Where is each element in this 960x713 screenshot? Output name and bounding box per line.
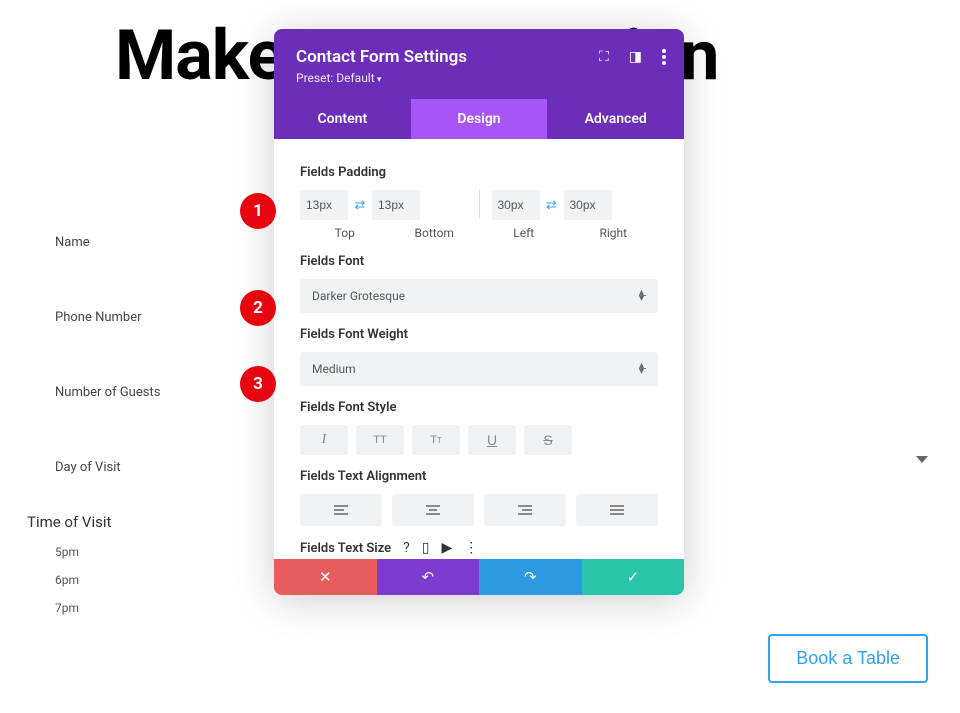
modal-body: Fields Padding ⇄ ⇄ Top Bottom Left Right… xyxy=(274,139,684,559)
preset-selector[interactable]: Preset: Default xyxy=(296,71,662,85)
font-value: Darker Grotesque xyxy=(312,289,405,303)
underline-button[interactable]: U xyxy=(468,425,516,455)
fields-font-label: Fields Font xyxy=(300,254,658,269)
cursor-icon[interactable]: ▶ xyxy=(442,540,453,556)
field-day[interactable]: Day of Visit xyxy=(55,460,255,475)
more-icon[interactable] xyxy=(662,49,666,65)
strikethrough-button[interactable]: S xyxy=(524,425,572,455)
tab-advanced[interactable]: Advanced xyxy=(547,99,684,139)
time-heading: Time of Visit xyxy=(27,513,111,531)
alignment-buttons xyxy=(300,494,658,526)
save-button[interactable]: ✓ xyxy=(582,559,685,595)
fields-text-size-label: Fields Text Size xyxy=(300,541,391,556)
modal-footer: ✕ ↶ ↷ ✓ xyxy=(274,559,684,595)
tab-content[interactable]: Content xyxy=(274,99,411,139)
fields-font-style-label: Fields Font Style xyxy=(300,400,658,415)
book-table-button[interactable]: Book a Table xyxy=(768,634,928,683)
chevron-updown-icon: ▴▾ xyxy=(639,290,644,302)
field-phone[interactable]: Phone Number xyxy=(55,310,255,325)
tab-bar: Content Design Advanced xyxy=(274,99,684,139)
label-left: Left xyxy=(479,226,569,240)
weight-select[interactable]: Medium ▴▾ xyxy=(300,352,658,386)
uppercase-button[interactable]: TT xyxy=(356,425,404,455)
separator xyxy=(479,190,480,218)
link-icon[interactable]: ⇄ xyxy=(540,191,564,219)
label-bottom: Bottom xyxy=(390,226,480,240)
expand-icon[interactable]: ⛶ xyxy=(599,49,609,65)
padding-right-input[interactable] xyxy=(564,190,612,220)
undo-button[interactable]: ↶ xyxy=(377,559,480,595)
padding-top-input[interactable] xyxy=(300,190,348,220)
align-justify-button[interactable] xyxy=(576,494,658,526)
redo-button[interactable]: ↷ xyxy=(479,559,582,595)
columns-icon[interactable]: ◨ xyxy=(629,49,642,65)
font-style-buttons: I TT TT U S xyxy=(300,425,658,455)
padding-inputs: ⇄ ⇄ xyxy=(300,190,658,220)
link-icon[interactable]: ⇄ xyxy=(348,191,372,219)
label-top: Top xyxy=(300,226,390,240)
padding-bottom-input[interactable] xyxy=(372,190,420,220)
more-icon[interactable]: ⋮ xyxy=(464,540,478,556)
weight-value: Medium xyxy=(312,362,356,376)
settings-modal: Contact Form Settings Preset: Default ⛶ … xyxy=(274,29,684,595)
align-center-button[interactable] xyxy=(392,494,474,526)
annotation-badge-2: 2 xyxy=(240,290,276,326)
tab-design[interactable]: Design xyxy=(411,99,548,139)
dropdown-caret-icon[interactable] xyxy=(916,456,928,463)
font-select[interactable]: Darker Grotesque ▴▾ xyxy=(300,279,658,313)
fields-text-size-row: Fields Text Size ? ▯ ▶ ⋮ xyxy=(300,540,658,556)
align-left-button[interactable] xyxy=(300,494,382,526)
padding-sublabels: Top Bottom Left Right xyxy=(300,226,658,240)
field-name[interactable]: Name xyxy=(55,235,255,250)
help-icon[interactable]: ? xyxy=(403,540,410,556)
fields-font-weight-label: Fields Font Weight xyxy=(300,327,658,342)
cancel-button[interactable]: ✕ xyxy=(274,559,377,595)
chevron-updown-icon: ▴▾ xyxy=(639,363,644,375)
label-right: Right xyxy=(569,226,659,240)
modal-header: Contact Form Settings Preset: Default ⛶ … xyxy=(274,29,684,99)
time-option[interactable]: 6pm xyxy=(55,573,111,587)
align-right-button[interactable] xyxy=(484,494,566,526)
device-icon[interactable]: ▯ xyxy=(422,540,430,556)
fields-text-alignment-label: Fields Text Alignment xyxy=(300,469,658,484)
time-option[interactable]: 7pm xyxy=(55,601,111,615)
padding-left-input[interactable] xyxy=(492,190,540,220)
time-section: Time of Visit 5pm 6pm 7pm xyxy=(27,513,111,629)
annotation-badge-3: 3 xyxy=(240,366,276,402)
italic-button[interactable]: I xyxy=(300,425,348,455)
smallcaps-button[interactable]: TT xyxy=(412,425,460,455)
field-guests[interactable]: Number of Guests xyxy=(55,385,255,400)
annotation-badge-1: 1 xyxy=(240,193,276,229)
background-form: Name Phone Number Number of Guests Day o… xyxy=(55,235,255,535)
fields-padding-label: Fields Padding xyxy=(300,165,658,180)
time-option[interactable]: 5pm xyxy=(55,545,111,559)
